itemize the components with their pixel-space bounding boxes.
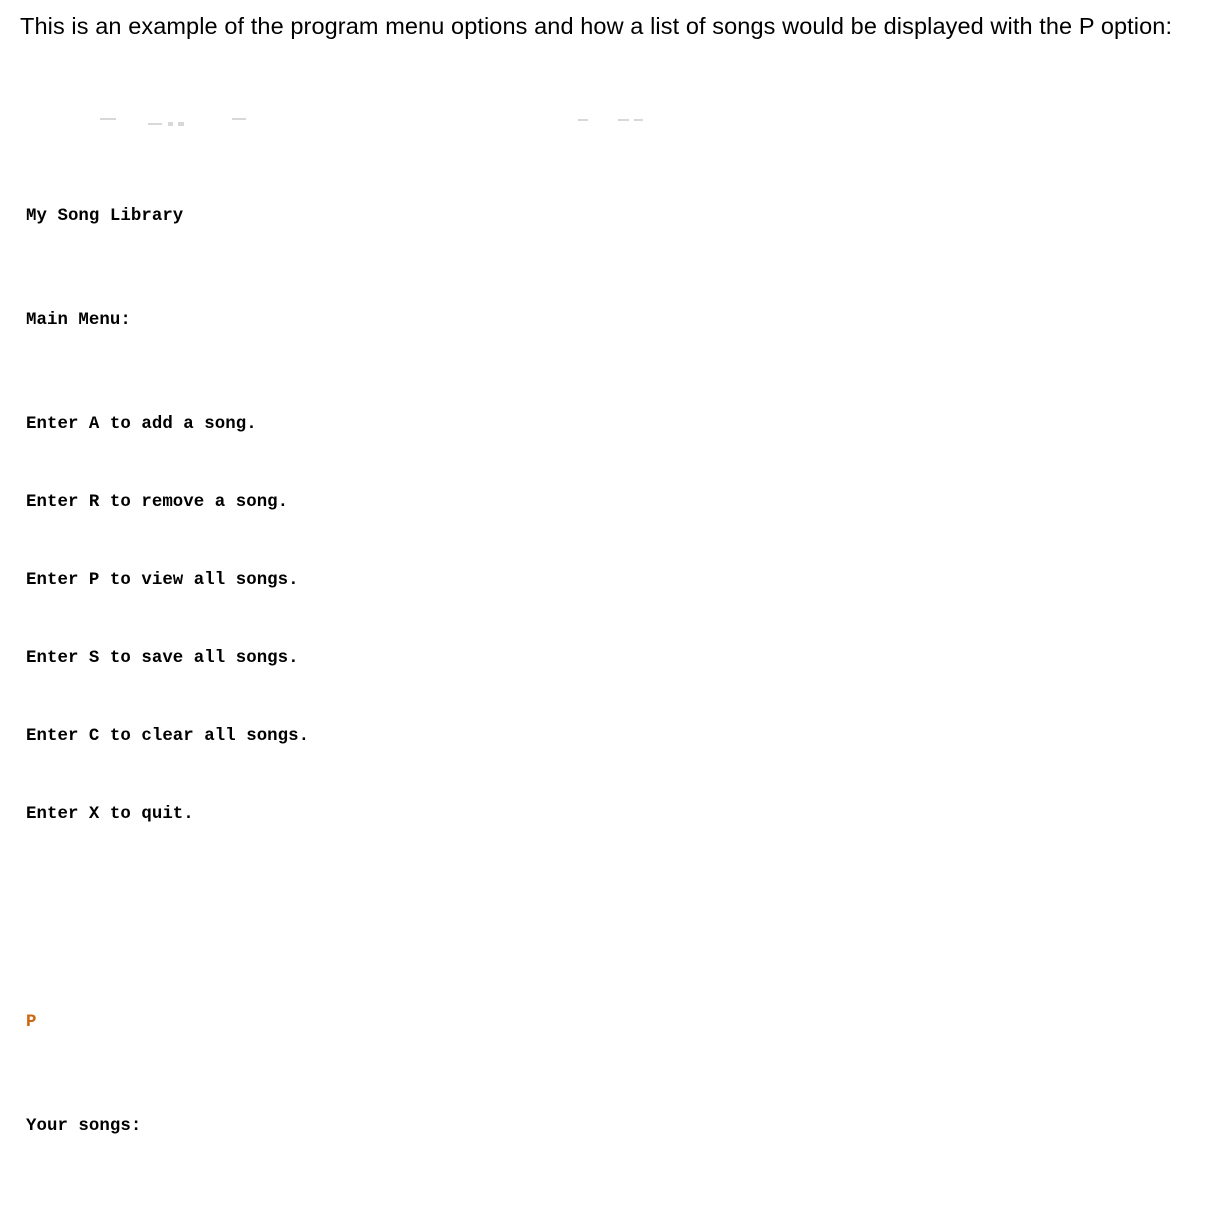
menu-option-remove: Enter R to remove a song. xyxy=(26,493,289,512)
clipped-text-artifacts xyxy=(0,110,1216,126)
artifact-mark xyxy=(578,119,588,121)
menu-option-save: Enter S to save all songs. xyxy=(26,649,299,668)
menu-option-add: Enter A to add a song. xyxy=(26,415,257,434)
artifact-mark xyxy=(618,119,629,121)
artifact-mark xyxy=(232,118,246,120)
menu-option-clear: Enter C to clear all songs. xyxy=(26,727,310,746)
console-transcript: My Song Library Main Menu: Enter A to ad… xyxy=(26,126,1026,1214)
menu-option-quit: Enter X to quit. xyxy=(26,805,194,824)
artifact-mark xyxy=(634,119,643,121)
artifact-mark xyxy=(148,123,162,125)
user-input-echo: P xyxy=(26,1013,37,1032)
console-menu-header: Main Menu: xyxy=(26,311,131,330)
songs-list-header: Your songs: xyxy=(26,1117,142,1136)
intro-paragraph: This is an example of the program menu o… xyxy=(20,13,1173,39)
console-app-title: My Song Library xyxy=(26,207,184,226)
menu-option-view: Enter P to view all songs. xyxy=(26,571,299,590)
artifact-mark xyxy=(100,118,116,120)
